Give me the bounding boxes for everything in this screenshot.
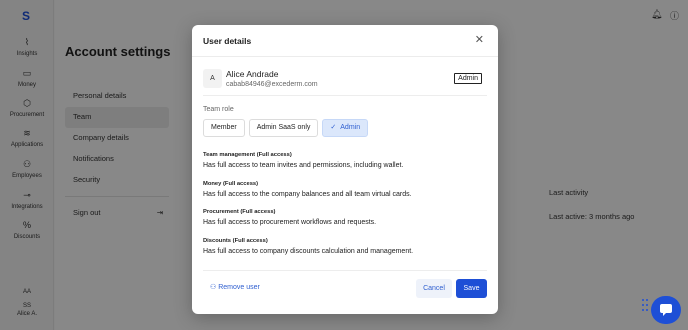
user-avatar-initial: A — [203, 69, 222, 88]
role-option-admin[interactable]: ✓ Admin — [322, 119, 369, 137]
cancel-button[interactable]: Cancel — [416, 279, 452, 298]
team-role-label: Team role — [203, 106, 234, 113]
permission-heading: Discounts (Full access) — [203, 238, 268, 244]
permission-description: Has full access to team invites and perm… — [203, 162, 404, 169]
permission-item: Money (Full access) Has full access to t… — [203, 181, 412, 198]
permission-description: Has full access to procurement workflows… — [203, 219, 377, 226]
modal-title: User details — [203, 36, 252, 46]
chat-launcher-button[interactable] — [651, 296, 681, 324]
remove-user-label: Remove user — [218, 284, 260, 291]
chat-icon — [660, 304, 672, 316]
drag-handle-icon[interactable] — [641, 298, 649, 312]
team-role-selector: Member Admin SaaS only ✓ Admin — [203, 119, 369, 137]
remove-user-button[interactable]: ⚇ Remove user — [210, 283, 260, 291]
permission-description: Has full access to company discounts cal… — [203, 248, 414, 255]
role-badge: Admin — [454, 73, 482, 84]
save-button[interactable]: Save — [456, 279, 487, 298]
divider — [203, 270, 487, 271]
modal-header: User details ✕ — [192, 25, 498, 57]
user-details-modal: User details ✕ A Alice Andrade cabab8494… — [192, 25, 498, 314]
role-option-label: Admin SaaS only — [256, 124, 311, 131]
role-option-member[interactable]: Member — [203, 119, 245, 137]
user-icon: ⚇ — [210, 284, 219, 291]
role-option-label: Admin — [340, 124, 361, 131]
close-icon[interactable]: ✕ — [475, 33, 484, 46]
user-email: cabab84946@excederm.com — [226, 81, 318, 88]
role-option-label: Member — [211, 124, 237, 131]
permission-item: Procurement (Full access) Has full acces… — [203, 209, 376, 226]
permission-description: Has full access to the company balances … — [203, 191, 412, 198]
permission-heading: Procurement (Full access) — [203, 209, 276, 215]
role-option-admin-saas[interactable]: Admin SaaS only — [248, 119, 319, 137]
permission-item: Team management (Full access) Has full a… — [203, 152, 403, 169]
permission-heading: Money (Full access) — [203, 181, 259, 187]
user-name: Alice Andrade — [226, 69, 279, 79]
check-icon: ✓ — [330, 124, 337, 131]
permission-item: Discounts (Full access) Has full access … — [203, 238, 413, 255]
permission-heading: Team management (Full access) — [203, 152, 292, 158]
divider — [203, 95, 487, 96]
